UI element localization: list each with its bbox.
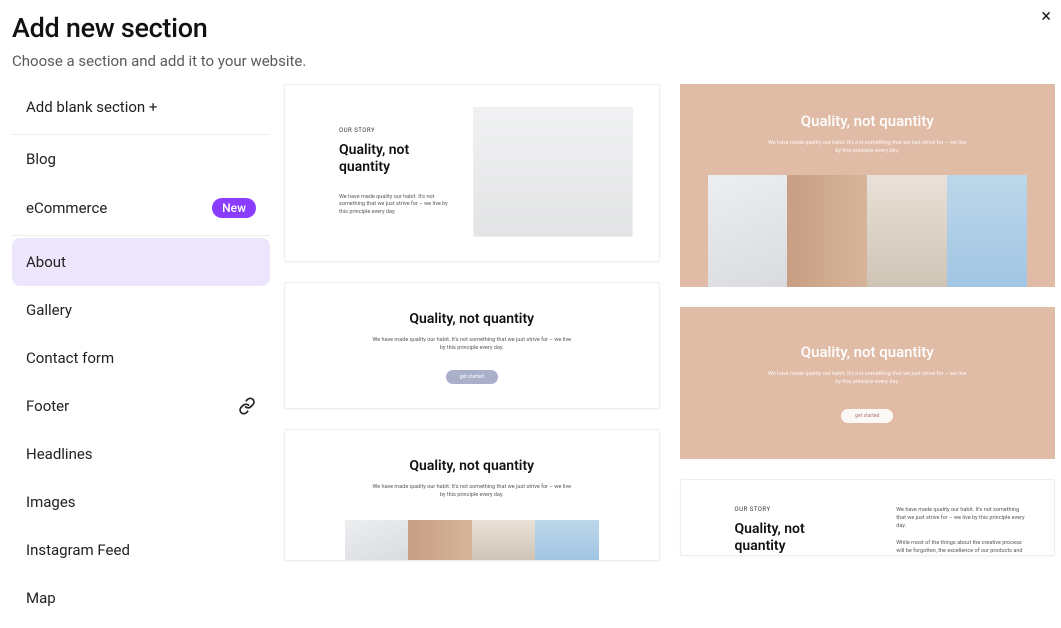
preview-body: We have made quality our habit. It's not…: [372, 337, 572, 352]
category-label: eCommerce: [26, 199, 107, 217]
category-blog[interactable]: Blog: [12, 135, 270, 183]
modal-subtitle: Choose a section and add it to your webs…: [12, 52, 1061, 70]
preview-button: get started: [446, 370, 498, 384]
category-label: Contact form: [26, 349, 114, 367]
category-label: About: [26, 253, 66, 271]
preview-body: We have made quality our habit. It's not…: [767, 140, 967, 155]
category-label: Footer: [26, 397, 69, 415]
divider: [12, 235, 270, 236]
sidebar: Add blank section + Blog eCommerce New A…: [0, 84, 270, 628]
template-gallery: OUR STORY Quality, not quantity We have …: [270, 84, 1061, 628]
preview-heading: Quality, not quantity: [345, 458, 599, 474]
category-label: Blog: [26, 150, 56, 168]
preview-body: We have made quality our habit. It's not…: [896, 506, 1028, 531]
template-card[interactable]: Quality, not quantity We have made quali…: [680, 84, 1056, 287]
preview-body: We have made quality our habit. It's not…: [372, 484, 572, 499]
category-headlines[interactable]: Headlines: [12, 430, 270, 478]
preview-body: We have made quality our habit. It's not…: [339, 194, 451, 217]
category-label: Headlines: [26, 445, 93, 463]
category-label: Instagram Feed: [26, 541, 130, 559]
category-map[interactable]: Map: [12, 574, 270, 622]
preview-image: [473, 107, 633, 237]
preview-image-strip: [708, 175, 1028, 287]
category-footer[interactable]: Footer: [12, 382, 270, 430]
category-contact-form[interactable]: Contact form: [12, 334, 270, 382]
preview-body-extra: While most of the things about the creat…: [896, 539, 1028, 556]
preview-eyebrow: OUR STORY: [735, 506, 867, 513]
template-card[interactable]: Quality, not quantity We have made quali…: [284, 429, 660, 560]
template-card[interactable]: OUR STORY Quality, not quantity We have …: [680, 479, 1056, 557]
category-label: Gallery: [26, 301, 72, 319]
preview-heading: Quality, not quantity: [339, 142, 449, 176]
category-about[interactable]: About: [12, 238, 270, 286]
preview-eyebrow: OUR STORY: [339, 127, 451, 134]
template-card[interactable]: OUR STORY Quality, not quantity We have …: [284, 84, 660, 262]
category-label: Map: [26, 589, 56, 607]
category-instagram-feed[interactable]: Instagram Feed: [12, 526, 270, 574]
link-icon: [238, 397, 256, 415]
new-badge: New: [212, 198, 256, 218]
close-button[interactable]: ×: [1041, 8, 1051, 26]
template-card[interactable]: Quality, not quantity We have made quali…: [680, 307, 1056, 458]
preview-heading: Quality, not quantity: [735, 521, 845, 555]
preview-heading: Quality, not quantity: [345, 311, 599, 327]
preview-body: We have made quality our habit. It's not…: [767, 371, 967, 386]
preview-image-strip: [345, 520, 599, 560]
preview-heading: Quality, not quantity: [710, 112, 1026, 130]
category-label: Images: [26, 493, 76, 511]
preview-button: get started: [841, 409, 893, 423]
category-ecommerce[interactable]: eCommerce New: [12, 183, 270, 233]
modal-title: Add new section: [12, 12, 1061, 44]
category-gallery[interactable]: Gallery: [12, 286, 270, 334]
add-blank-section-button[interactable]: Add blank section +: [12, 84, 270, 130]
template-card[interactable]: Quality, not quantity We have made quali…: [284, 282, 660, 409]
category-images[interactable]: Images: [12, 478, 270, 526]
preview-heading: Quality, not quantity: [710, 343, 1026, 361]
